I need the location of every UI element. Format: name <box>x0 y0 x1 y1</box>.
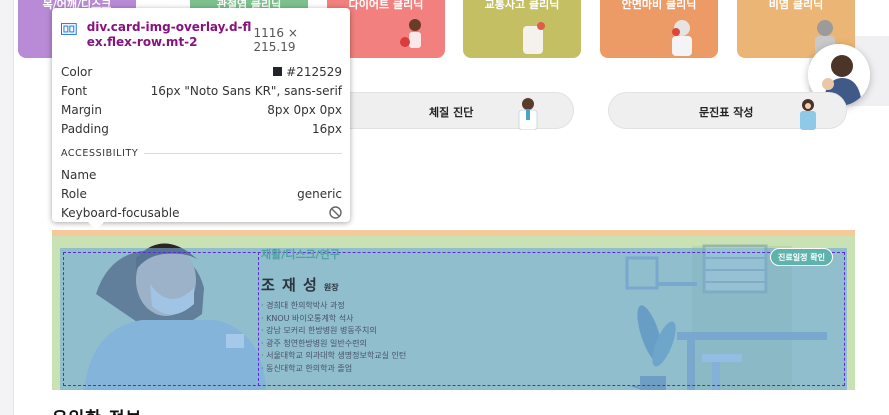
not-focusable-icon <box>329 206 342 219</box>
questionnaire-button[interactable]: 문진표 작성 <box>608 92 847 130</box>
injured-figure-icon <box>523 22 545 54</box>
color-swatch <box>273 67 283 76</box>
tooltip-row-name: Name <box>61 165 342 184</box>
row-key: Color <box>61 64 93 79</box>
category-card-facial[interactable]: 안면마비 클리닉 <box>600 0 718 58</box>
career-item: · 동신대학교 한의학과 졸업 <box>261 363 353 373</box>
career-item: · 광주 청연한방병원 일반수련의 <box>261 338 367 348</box>
tooltip-row-padding: Padding 16px <box>61 119 342 138</box>
accessibility-separator: ACCESSIBILITY <box>61 148 342 159</box>
doctor-category: 재활/디스크/연구 <box>261 248 340 261</box>
constitution-diagnosis-button[interactable]: 체질 진단 <box>330 92 574 130</box>
career-item: · 경희대 한의학박사 과정 <box>261 301 345 310</box>
page: 목/어깨/디스크 관절염 클리닉 다이어트 클리닉 교통사고 클리닉 안면마비 … <box>0 0 889 415</box>
flex-container-icon <box>61 23 77 35</box>
category-card-accident[interactable]: 교통사고 클리닉 <box>463 0 581 58</box>
row-key: Font <box>61 83 88 98</box>
tooltip-row-margin: Margin 8px 0px 0px <box>61 100 342 119</box>
pill-label: 문진표 작성 <box>699 106 754 119</box>
category-label: 비염 클리닉 <box>768 0 824 11</box>
doctor-card: 재활/디스크/연구 조 재 성 원장 · 경희대 한의학박사 과정 · KNOU… <box>52 230 855 390</box>
tooltip-row-role: Role generic <box>61 184 342 203</box>
row-value: 16px "Noto Sans KR", sans-serif <box>150 83 342 98</box>
pill-label: 체질 진단 <box>429 106 474 119</box>
doctor-name-row: 조 재 성 원장 <box>261 274 339 295</box>
tooltip-header: div.card-img-overlay.d-flex.flex-row.mt-… <box>61 20 342 54</box>
row-key: Padding <box>61 121 109 136</box>
category-label: 안면마비 클리닉 <box>621 0 697 11</box>
accessibility-heading: ACCESSIBILITY <box>61 148 139 159</box>
facial-pain-figure-icon <box>672 20 692 56</box>
doctor-title: 원장 <box>323 283 339 292</box>
tooltip-row-color: Color #212529 <box>61 62 342 81</box>
section-title: 유익한 정보 <box>52 404 142 415</box>
separator-line <box>144 153 342 154</box>
row-key: Keyboard-focusable <box>61 205 180 220</box>
career-item: · KNOU 바이오통계학 석사 <box>261 313 354 323</box>
row-key: Role <box>61 186 87 201</box>
row-value: 8px 0px 0px <box>267 102 342 117</box>
schedule-check-button[interactable]: 진료일정 확인 <box>770 248 833 266</box>
tooltip-row-keyboard-focusable: Keyboard-focusable <box>61 203 342 222</box>
row-value: #212529 <box>273 65 342 79</box>
career-item: · 서울대학교 의과대학 생명정보학교실 인턴 <box>261 351 407 361</box>
row-key: Name <box>61 167 97 182</box>
tooltip-row-font: Font 16px "Noto Sans KR", sans-serif <box>61 81 342 100</box>
left-gutter <box>0 0 14 415</box>
element-selector: div.card-img-overlay.d-flex.flex-row.mt-… <box>86 20 252 49</box>
row-key: Margin <box>61 102 102 117</box>
row-value: generic <box>297 186 342 201</box>
nurse-figure-icon <box>800 99 816 130</box>
element-outline-divider <box>258 252 259 386</box>
doctor-figure-icon <box>518 98 538 130</box>
row-value: 16px <box>312 121 342 136</box>
element-size: 1116 × 215.19 <box>253 26 298 54</box>
doctor-name: 조 재 성 <box>261 276 318 294</box>
color-value: #212529 <box>286 64 342 79</box>
element-outline <box>63 252 845 386</box>
category-label: 교통사고 클리닉 <box>484 0 560 11</box>
dumbbell-figure-icon <box>400 19 421 48</box>
devtools-inspect-tooltip: div.card-img-overlay.d-flex.flex-row.mt-… <box>52 8 350 230</box>
doctor-career-list: · 경희대 한의학박사 과정 · KNOU 바이오통계학 석사 · 강남 모커리… <box>261 300 406 376</box>
career-item: · 강남 모커리 한방병원 병동주치의 <box>261 326 377 336</box>
